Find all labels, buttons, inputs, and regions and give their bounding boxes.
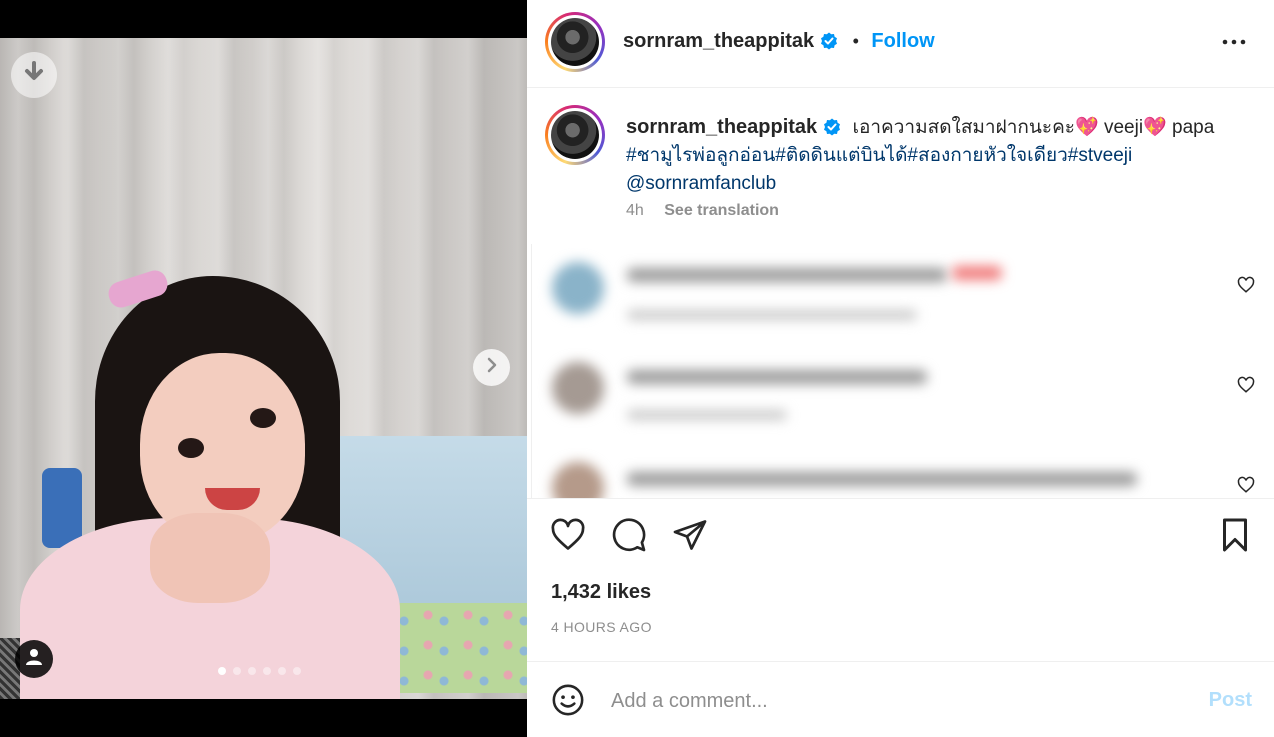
post-side-panel: sornram_theappitak • Follow sornram_thea… xyxy=(527,0,1274,737)
comment-button[interactable] xyxy=(611,517,647,558)
comment-item xyxy=(532,244,1274,344)
post-media xyxy=(0,0,527,737)
comment-text xyxy=(627,370,927,384)
comment-icon xyxy=(611,518,647,557)
like-count[interactable]: 1,432 likes xyxy=(551,581,651,604)
post-photo[interactable] xyxy=(0,38,527,699)
emoji-icon xyxy=(551,684,585,721)
heart-icon xyxy=(1237,476,1255,498)
comment-like-button[interactable] xyxy=(1237,276,1255,299)
post-header: sornram_theappitak • Follow xyxy=(527,0,1274,88)
carousel-dot xyxy=(248,667,256,675)
caption-meta: 4h See translation xyxy=(626,202,779,220)
caption-text: sornram_theappitak เอาความสดใสมาฝากนะคะ💖… xyxy=(626,113,1246,198)
user-icon xyxy=(25,648,43,671)
share-button[interactable] xyxy=(672,517,708,558)
save-button[interactable] xyxy=(1219,517,1251,558)
caption-body: เอาความสดใสมาฝากนะคะ xyxy=(852,117,1076,138)
carousel-dot xyxy=(218,667,226,675)
comment-like-button[interactable] xyxy=(1237,476,1255,498)
carousel-dot xyxy=(263,667,271,675)
post-age: 4h xyxy=(626,202,644,219)
comment-avatar[interactable] xyxy=(552,262,604,314)
separator-dot: • xyxy=(852,31,859,51)
chevron-right-icon xyxy=(485,357,499,378)
comment-item xyxy=(532,444,1274,498)
bookmark-icon xyxy=(1219,518,1251,557)
like-button[interactable] xyxy=(549,517,587,558)
tagged-users-button[interactable] xyxy=(15,640,53,678)
comment-item xyxy=(532,344,1274,444)
comment-like-button[interactable] xyxy=(1237,376,1255,399)
carousel-next-button[interactable] xyxy=(473,349,510,386)
follow-button[interactable]: Follow xyxy=(871,30,934,52)
comment-emoji xyxy=(952,266,1002,280)
heart-icon xyxy=(1237,276,1255,298)
carousel-indicator xyxy=(218,667,301,675)
add-comment-bar: Post xyxy=(527,663,1274,737)
carousel-dot xyxy=(278,667,286,675)
caption-body: papa xyxy=(1172,117,1215,138)
download-icon xyxy=(23,60,45,90)
carousel-dot xyxy=(233,667,241,675)
comment-text xyxy=(627,268,947,282)
comment-text xyxy=(627,472,1137,486)
send-icon xyxy=(672,520,708,557)
caption-author-avatar[interactable] xyxy=(545,105,605,165)
caption-username[interactable]: sornram_theappitak xyxy=(626,116,817,138)
emoji-button[interactable] xyxy=(551,683,585,722)
caption-hashtags[interactable]: #ชามูไรพ่อลูกอ่อน#ติดดินแต่บินได้#สองกาย… xyxy=(626,145,1132,166)
heart-emoji: 💖 xyxy=(1143,117,1167,138)
more-options-icon xyxy=(1222,39,1246,58)
heart-emoji: 💖 xyxy=(1075,117,1099,138)
carousel-dot xyxy=(293,667,301,675)
see-translation-button[interactable]: See translation xyxy=(664,202,779,219)
comments-list[interactable] xyxy=(531,244,1274,498)
post-comment-button[interactable]: Post xyxy=(1209,689,1252,712)
download-button[interactable] xyxy=(11,52,57,98)
verified-badge-icon xyxy=(823,117,841,136)
more-options-button[interactable] xyxy=(1222,30,1246,59)
comment-meta xyxy=(627,310,917,320)
heart-icon xyxy=(549,518,587,557)
comment-avatar[interactable] xyxy=(552,462,604,498)
author-username[interactable]: sornram_theappitak xyxy=(623,30,814,52)
post-timestamp: 4 HOURS AGO xyxy=(551,619,652,635)
caption-body: veeji xyxy=(1103,117,1144,138)
comment-input[interactable] xyxy=(611,685,1171,717)
caption-block: sornram_theappitak เอาความสดใสมาฝากนะคะ💖… xyxy=(527,89,1274,239)
post-actions: 1,432 likes 4 HOURS AGO xyxy=(527,498,1274,662)
caption-mention[interactable]: @sornramfanclub xyxy=(626,173,776,194)
verified-badge-icon xyxy=(820,32,838,50)
heart-icon xyxy=(1237,376,1255,398)
comment-meta xyxy=(627,410,787,420)
comment-avatar[interactable] xyxy=(552,362,604,414)
author-avatar[interactable] xyxy=(545,12,605,72)
